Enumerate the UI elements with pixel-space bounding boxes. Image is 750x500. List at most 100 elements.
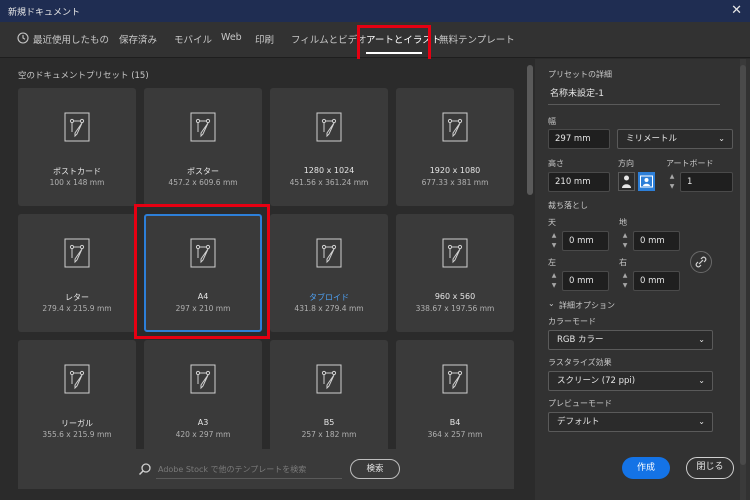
window-title: 新規ドキュメント (8, 7, 81, 18)
tab-free-templates[interactable]: 無料テンプレート (439, 32, 515, 46)
search-button[interactable]: 検索 (350, 459, 400, 479)
document-name-input[interactable]: 名称未設定-1 (548, 85, 720, 105)
document-icon (190, 112, 216, 142)
preset-name: 1280 x 1024 (303, 166, 355, 175)
preset-card[interactable]: タブロイド 431.8 x 279.4 mm (270, 214, 388, 332)
preset-name: B4 (449, 418, 461, 427)
preset-panel: 空のドキュメントプリセット (15) ポストカード 100 x 148 mm ポ… (0, 59, 535, 500)
preset-card[interactable]: 1920 x 1080 677.33 x 381 mm (396, 88, 514, 206)
document-icon (64, 238, 90, 268)
height-input[interactable]: 210 mm (548, 172, 610, 192)
preset-size: 279.4 x 215.9 mm (42, 304, 112, 313)
color-mode-select[interactable]: RGB カラー ⌄ (548, 330, 713, 350)
decrement-icon[interactable]: ▼ (548, 241, 560, 251)
preset-size: 451.56 x 361.24 mm (289, 178, 369, 187)
bleed-bottom-stepper[interactable]: ▲ ▼ (619, 231, 631, 251)
preset-scrollbar-thumb[interactable] (527, 65, 533, 195)
preset-card[interactable]: A3 420 x 297 mm (144, 340, 262, 458)
link-bleed-button[interactable] (690, 251, 712, 273)
preset-card[interactable]: 1280 x 1024 451.56 x 361.24 mm (270, 88, 388, 206)
landscape-orientation-button[interactable] (638, 172, 655, 191)
create-button[interactable]: 作成 (622, 457, 670, 479)
increment-icon[interactable]: ▲ (666, 172, 678, 182)
title-bar: 新規ドキュメント ✕ (0, 0, 750, 22)
preset-card[interactable]: ポスター 457.2 x 609.6 mm (144, 88, 262, 206)
bleed-label: 裁ち落とし (548, 201, 588, 210)
presets-title: 空のドキュメントプリセット (15) (18, 71, 149, 81)
bleed-right-label: 右 (619, 258, 627, 267)
increment-icon[interactable]: ▲ (619, 231, 631, 241)
increment-icon[interactable]: ▲ (548, 271, 560, 281)
chevron-down-icon: ⌄ (698, 417, 705, 426)
preset-size: 297 x 210 mm (175, 304, 231, 313)
tab-recent[interactable]: 最近使用したもの (33, 32, 109, 46)
increment-icon[interactable]: ▲ (548, 231, 560, 241)
preset-size: 100 x 148 mm (49, 178, 105, 187)
width-input[interactable]: 297 mm (548, 129, 610, 149)
chevron-down-icon[interactable]: ⌄ (548, 299, 555, 308)
bleed-top-stepper[interactable]: ▲ ▼ (548, 231, 560, 251)
chevron-down-icon: ⌄ (718, 134, 725, 143)
preset-card[interactable]: リーガル 355.6 x 215.9 mm (18, 340, 136, 458)
tab-saved[interactable]: 保存済み (119, 32, 157, 46)
increment-icon[interactable]: ▲ (619, 271, 631, 281)
artboard-count-input[interactable]: 1 (680, 172, 733, 192)
preview-mode-select[interactable]: デフォルト ⌄ (548, 412, 713, 432)
tab-mobile[interactable]: モバイル (174, 32, 212, 46)
tab-print[interactable]: 印刷 (255, 32, 274, 46)
bleed-top-label: 天 (548, 218, 556, 227)
width-label: 幅 (548, 117, 556, 126)
preset-card-selected[interactable]: A4 297 x 210 mm (144, 214, 262, 332)
document-icon (442, 238, 468, 268)
preset-card[interactable]: B5 257 x 182 mm (270, 340, 388, 458)
bleed-bottom-input[interactable]: 0 mm (633, 231, 680, 251)
decrement-icon[interactable]: ▼ (619, 241, 631, 251)
bleed-right-input[interactable]: 0 mm (633, 271, 680, 291)
link-icon (695, 256, 707, 268)
preset-card[interactable]: レター 279.4 x 215.9 mm (18, 214, 136, 332)
preset-name: リーガル (61, 419, 93, 428)
preset-name: タブロイド (309, 293, 349, 302)
close-button[interactable]: 閉じる (686, 457, 734, 479)
preset-name: B5 (323, 418, 335, 427)
search-input-underline (156, 478, 342, 479)
raster-effects-select[interactable]: スクリーン (72 ppi) ⌄ (548, 371, 713, 391)
bleed-right-stepper[interactable]: ▲ ▼ (619, 271, 631, 291)
artboard-stepper[interactable]: ▲ ▼ (666, 172, 678, 192)
unit-select-value: ミリメートル (626, 134, 678, 144)
preset-size: 338.67 x 197.56 mm (415, 304, 495, 313)
preset-card[interactable]: B4 364 x 257 mm (396, 340, 514, 458)
decrement-icon[interactable]: ▼ (666, 182, 678, 192)
category-tabs: 最近使用したもの 保存済み モバイル Web 印刷 フィルムとビデオ アートとイ… (0, 22, 750, 58)
stock-search-bar: Adobe Stock で他のテンプレートを検索 検索 (18, 449, 514, 489)
advanced-options-toggle[interactable]: 詳細オプション (559, 300, 615, 311)
bleed-left-input[interactable]: 0 mm (562, 271, 609, 291)
search-input[interactable]: Adobe Stock で他のテンプレートを検索 (158, 464, 306, 475)
bleed-bottom-label: 地 (619, 218, 627, 227)
document-icon (316, 238, 342, 268)
preset-size: 677.33 x 381 mm (421, 178, 489, 187)
tab-art-illustration[interactable]: アートとイラスト (366, 32, 441, 46)
preset-name: ポスター (187, 167, 219, 176)
bleed-top-input[interactable]: 0 mm (562, 231, 609, 251)
preset-size: 355.6 x 215.9 mm (42, 430, 112, 439)
details-scrollbar-thumb[interactable] (740, 65, 746, 465)
preset-name: 960 x 560 (434, 292, 476, 301)
active-tab-underline (366, 52, 422, 54)
unit-select[interactable]: ミリメートル ⌄ (617, 129, 733, 149)
decrement-icon[interactable]: ▼ (548, 281, 560, 291)
preset-card[interactable]: ポストカード 100 x 148 mm (18, 88, 136, 206)
portrait-orientation-button[interactable] (618, 172, 635, 191)
bleed-left-stepper[interactable]: ▲ ▼ (548, 271, 560, 291)
tab-film-video[interactable]: フィルムとビデオ (291, 32, 367, 46)
clock-icon (17, 32, 29, 44)
close-icon[interactable]: ✕ (731, 3, 742, 19)
preset-card[interactable]: 960 x 560 338.67 x 197.56 mm (396, 214, 514, 332)
preset-name: ポストカード (53, 167, 101, 176)
details-title: プリセットの詳細 (548, 70, 612, 79)
tab-web[interactable]: Web (221, 32, 242, 43)
decrement-icon[interactable]: ▼ (619, 281, 631, 291)
preset-size: 420 x 297 mm (175, 430, 231, 439)
document-icon (442, 364, 468, 394)
preset-name: A3 (197, 418, 209, 427)
